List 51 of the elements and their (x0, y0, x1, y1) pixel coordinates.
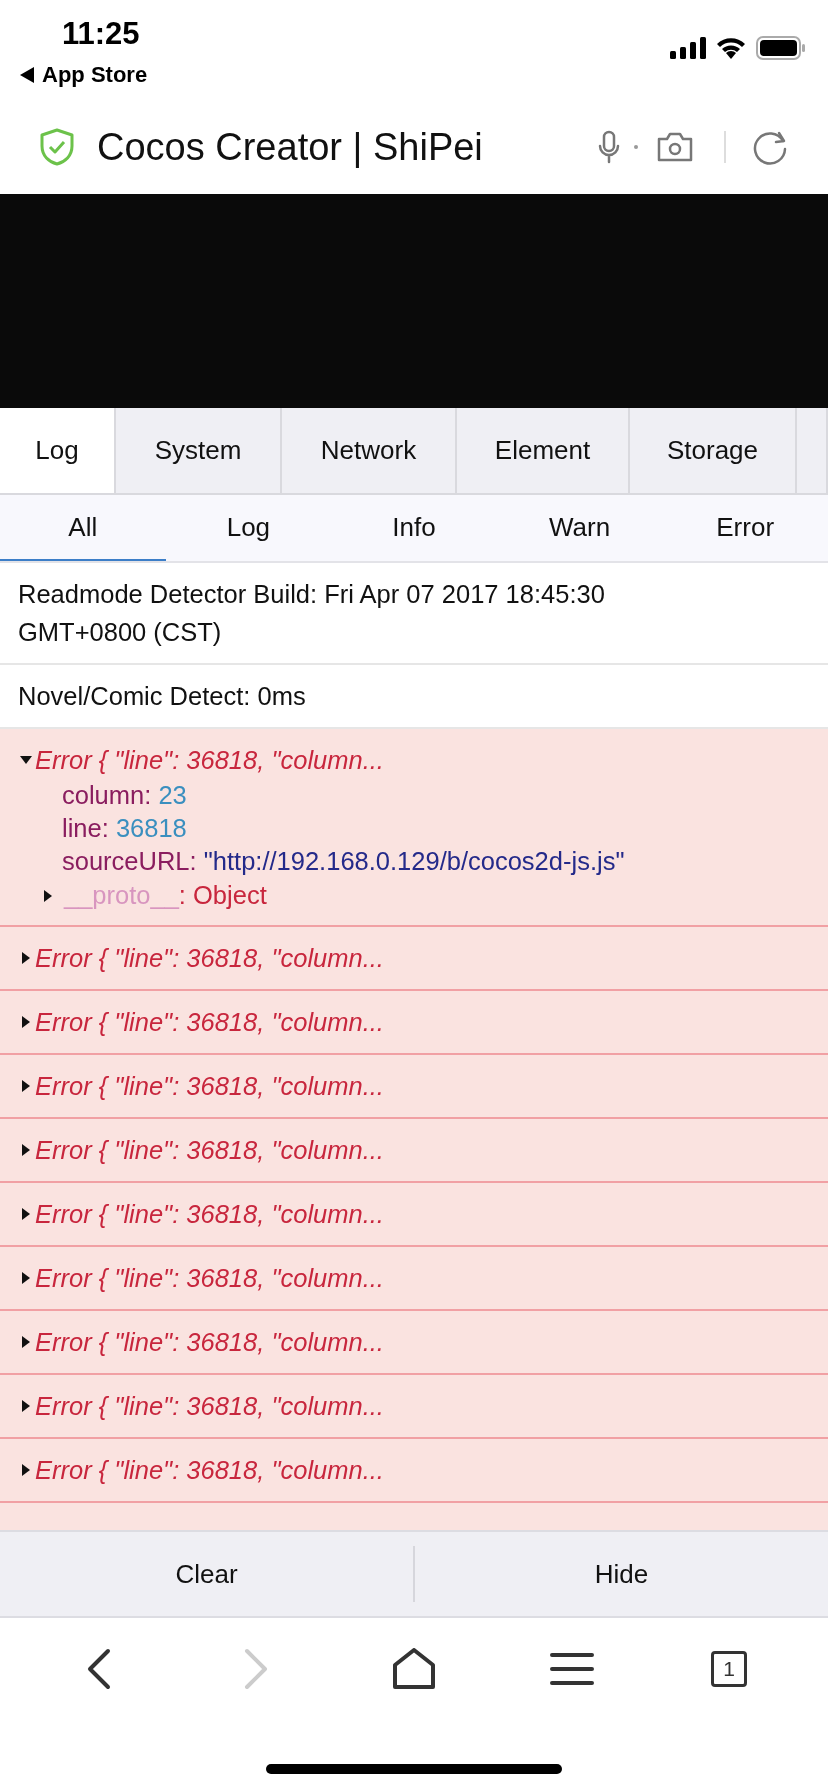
back-chevron-icon[interactable] (85, 1648, 112, 1690)
microphone-icon[interactable] (598, 130, 620, 164)
caret-down-icon[interactable] (20, 754, 32, 766)
filter-tab[interactable]: All (0, 495, 166, 561)
error-summary[interactable]: Error { "line": 36818, "column... (35, 1263, 384, 1293)
prototype-line[interactable]: __proto__: Object (64, 881, 267, 910)
property-line: sourceURL: "http://192.168.0.129/b/cocos2d-js.js" (62, 846, 626, 877)
log-message: Readmode Detector Build: Fri Apr 07 2017 18:45:30 GMT+0800 (CST) (0, 563, 828, 665)
filter-tab[interactable]: Error (662, 495, 828, 561)
caret-right-icon[interactable] (20, 1208, 32, 1220)
caret-right-icon[interactable] (42, 889, 54, 902)
menu-icon[interactable] (549, 1652, 594, 1686)
battery-icon (756, 36, 806, 60)
back-triangle-icon[interactable] (20, 67, 34, 83)
reload-icon[interactable] (752, 129, 788, 165)
error-summary[interactable]: Error { "line": 36818, "column... (35, 1071, 384, 1101)
console-tab[interactable]: Log (0, 408, 116, 493)
caret-right-icon[interactable] (20, 1080, 32, 1092)
hide-button[interactable]: Hide (415, 1532, 828, 1616)
caret-right-icon[interactable] (20, 952, 32, 964)
error-summary[interactable]: Error { "line": 36818, "column... (35, 1007, 384, 1037)
error-summary[interactable]: Error { "line": 36818, "column... (35, 1391, 384, 1421)
error-summary[interactable]: Error { "line": 36818, "column... (35, 1455, 384, 1485)
home-icon[interactable] (392, 1648, 436, 1690)
filter-tab[interactable]: Info (331, 495, 497, 561)
error-summary[interactable]: Error { "line": 36818, "column... (35, 1327, 384, 1357)
clear-button[interactable]: Clear (0, 1532, 413, 1616)
tab-count-button[interactable]: 1 (711, 1651, 748, 1687)
caret-right-icon[interactable] (20, 1144, 32, 1156)
dot-icon (634, 145, 638, 149)
caret-right-icon[interactable] (20, 1016, 32, 1028)
filter-tab[interactable]: Warn (496, 495, 663, 561)
camera-icon[interactable] (656, 131, 694, 163)
back-to-app-link[interactable]: App Store (42, 62, 148, 88)
clock-time: 11:25 (62, 16, 140, 52)
caret-right-icon[interactable] (20, 1464, 32, 1476)
log-message: Novel/Comic Detect: 0ms (0, 665, 828, 729)
error-summary[interactable]: Error { "line": 36818, "column... (35, 943, 384, 973)
page-title: Cocos Creator | ShiPei (97, 125, 483, 169)
filter-tab[interactable]: Log (165, 495, 332, 561)
property-line: line: 36818 (62, 813, 188, 844)
caret-right-icon[interactable] (20, 1336, 32, 1348)
property-line: column: 23 (62, 780, 188, 811)
caret-right-icon[interactable] (20, 1272, 32, 1284)
error-summary[interactable]: Error { "line": 36818, "column... (35, 1135, 384, 1165)
caret-right-icon[interactable] (20, 1400, 32, 1412)
error-summary[interactable]: Error { "line": 36818, "column... (35, 745, 384, 775)
error-summary[interactable]: Error { "line": 36818, "column... (35, 1199, 384, 1229)
signal-icon (670, 37, 706, 59)
wifi-icon (716, 37, 746, 59)
shield-check-icon (40, 128, 74, 166)
